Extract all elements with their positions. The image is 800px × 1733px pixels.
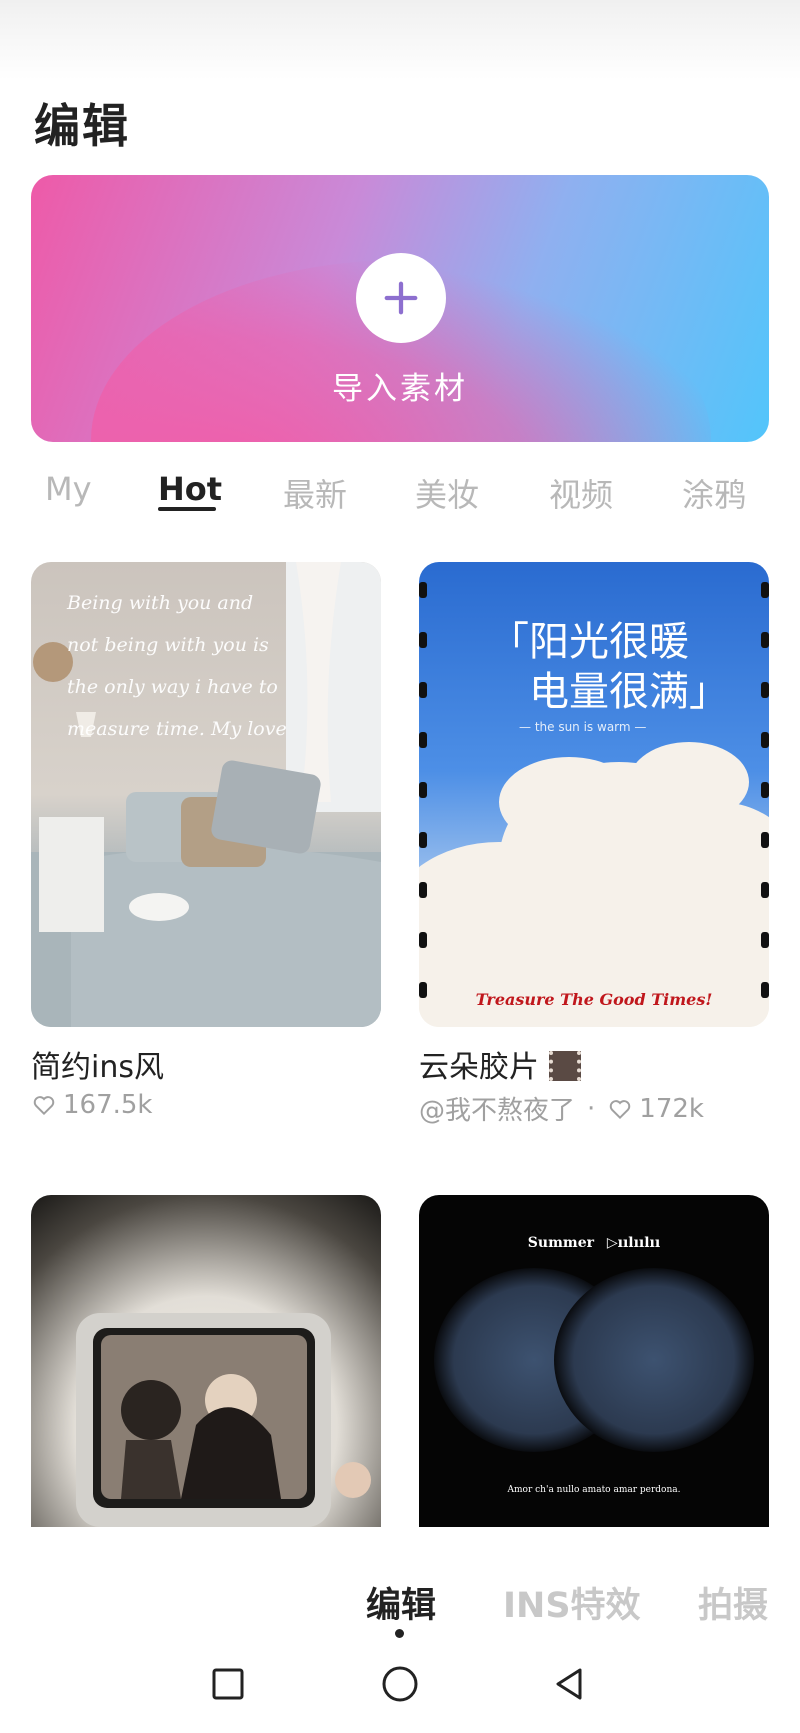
song-title: Summer — [527, 1235, 594, 1251]
like-count: 167.5k — [63, 1090, 153, 1120]
template-thumbnail[interactable] — [31, 1195, 381, 1527]
active-bottom-tab-dot — [395, 1629, 404, 1638]
quote-line: measure time. My love — [67, 718, 287, 740]
category-tabs: My Hot 最新 美妆 视频 涂鸦 — [0, 470, 800, 530]
tab-hot[interactable]: Hot — [158, 470, 222, 508]
thumbnail-footer: Treasure The Good Times! — [475, 990, 713, 1009]
thumbnail-top-text: Summer ▷ıılıılıı — [419, 1235, 769, 1251]
bottom-tab-edit[interactable]: 编辑 — [366, 1577, 436, 1628]
plus-icon — [356, 253, 446, 343]
play-icon: ▷ıılıılıı — [606, 1235, 661, 1251]
quote-line: the only way i have to — [67, 676, 278, 698]
tab-video[interactable]: 视频 — [549, 470, 613, 516]
tab-latest[interactable]: 最新 — [283, 470, 347, 516]
quote-line: Being with you and — [67, 592, 254, 614]
template-card[interactable]: Summer ▷ıılıılıı Amor ch'a nullo amato a… — [419, 1195, 769, 1527]
template-title: 简约ins风 — [31, 1050, 164, 1085]
recents-button[interactable] — [206, 1662, 250, 1706]
tab-makeup[interactable]: 美妆 — [415, 470, 479, 516]
bottom-tab-shoot[interactable]: 拍摄 — [698, 1577, 768, 1628]
bottom-tab-bar: 编辑 INS特效 拍摄 — [0, 1527, 800, 1638]
headline-subtext: — the sun is warm — — [519, 720, 647, 734]
active-tab-indicator — [158, 507, 216, 511]
author-name[interactable]: @我不熬夜了 — [419, 1090, 575, 1127]
import-material-label: 导入素材 — [332, 371, 468, 407]
import-material-button[interactable]: 导入素材 — [31, 175, 769, 442]
film-icon — [548, 1051, 581, 1081]
tab-my[interactable]: My — [45, 470, 92, 508]
template-card[interactable]: 「阳光很暖 电量很满」 — the sun is warm — Treasure… — [419, 562, 769, 1126]
bottom-tab-ins-effects[interactable]: INS特效 — [503, 1577, 641, 1628]
like-count: 172k — [639, 1093, 704, 1124]
quote-line: not being with you is — [67, 634, 269, 656]
template-thumbnail[interactable]: Being with you and not being with you is… — [31, 562, 381, 1027]
headline-line: 「阳光很暖 — [489, 619, 689, 665]
template-meta: 167.5k — [31, 1090, 153, 1120]
page-title: 编辑 — [34, 99, 130, 153]
template-thumbnail[interactable]: 「阳光很暖 电量很满」 — the sun is warm — Treasure… — [419, 562, 769, 1027]
template-card[interactable]: Being with you and not being with you is… — [31, 562, 381, 1122]
heart-icon[interactable] — [607, 1096, 633, 1122]
template-card[interactable] — [31, 1195, 381, 1527]
thumbnail-bottom-text: Amor ch'a nullo amato amar perdona. — [507, 1485, 681, 1495]
system-nav-bar — [0, 1640, 800, 1733]
headline-line: 电量很满」 — [529, 669, 729, 715]
template-meta: @我不熬夜了 · 172k — [419, 1090, 704, 1127]
template-title: 云朵胶片 — [419, 1042, 581, 1086]
back-button[interactable] — [548, 1662, 592, 1706]
thumbnail-quote: Being with you and not being with you is… — [67, 582, 287, 750]
meta-separator: · — [587, 1093, 596, 1124]
status-bar — [0, 0, 800, 80]
home-button[interactable] — [378, 1662, 422, 1706]
thumbnail-headline: 「阳光很暖 电量很满」 — the sun is warm — — [489, 617, 729, 737]
tab-doodle[interactable]: 涂鸦 — [682, 470, 746, 516]
template-title-text: 云朵胶片 — [419, 1050, 539, 1085]
heart-icon[interactable] — [31, 1092, 57, 1118]
template-thumbnail[interactable]: Summer ▷ıılıılıı Amor ch'a nullo amato a… — [419, 1195, 769, 1527]
